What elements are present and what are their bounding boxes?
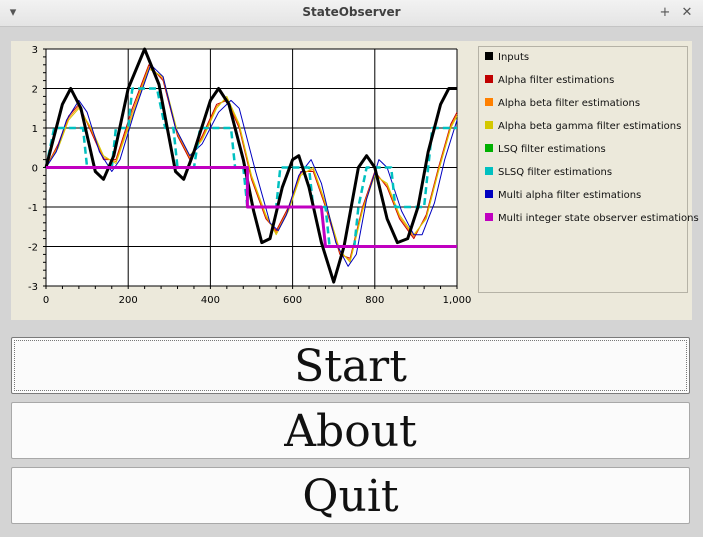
y-tick-label: 1 [32,124,38,135]
chart-legend: Inputs Alpha filter estimations Alpha beta… [478,46,699,293]
x-tick-label: 0 [43,295,49,306]
legend-item: LSQ filter estimations [485,144,606,158]
legend-swatch [485,75,493,83]
legend-label: Alpha beta filter estimations [498,98,641,109]
legend-item: Multi integer state observer estimations [485,213,699,227]
legend-swatch [485,52,493,60]
x-tick-label: 400 [201,295,220,306]
x-tick-label: 1,000 [443,295,472,306]
legend-swatch [485,144,493,152]
about-button[interactable]: About [11,402,690,459]
legend-swatch [485,213,493,221]
state-observer-chart: 0 200 400 600 800 1,000 3 2 1 0 -1 -2 -3 [28,45,472,306]
x-tick-label: 800 [365,295,384,306]
legend-label: Alpha beta gamma filter estimations [498,121,682,132]
quit-button[interactable]: Quit [11,467,690,524]
x-tick-label: 600 [283,295,302,306]
y-tick-label: -1 [28,203,38,214]
legend-item: SLSQ filter estimations [485,167,612,181]
legend-swatch [485,167,493,175]
app-window: ▾ StateObserver + ✕ 0 200 400 600 800 1,000 3 2… [0,0,703,537]
y-tick-label: -2 [28,243,38,254]
close-icon[interactable]: ✕ [678,4,696,22]
legend-item: Multi alpha filter estimations [485,190,641,204]
legend-label: Alpha filter estimations [498,75,615,86]
legend-item: Inputs [485,52,529,66]
plus-icon[interactable]: + [656,4,674,22]
legend-swatch [485,98,493,106]
plot-panel: 0 200 400 600 800 1,000 3 2 1 0 -1 -2 -3 Inputs Alpha… [11,41,699,320]
x-tick-label: 200 [119,295,138,306]
legend-item: Alpha filter estimations [485,75,614,89]
window-title: StateObserver [302,5,401,19]
legend-label: Multi integer state observer estimations [498,213,699,224]
title-bar: ▾ StateObserver + ✕ [0,0,703,27]
legend-swatch [485,121,493,129]
y-tick-label: 0 [32,164,38,175]
legend-label: Multi alpha filter estimations [498,190,642,201]
y-tick-label: -3 [28,282,38,293]
legend-label: Inputs [498,52,530,63]
legend-label: SLSQ filter estimations [498,167,613,178]
legend-label: LSQ filter estimations [498,144,606,155]
start-button[interactable]: Start [11,337,690,394]
legend-item: Alpha beta filter estimations [485,98,640,112]
legend-item: Alpha beta gamma filter estimations [485,121,681,135]
y-tick-label: 2 [32,85,38,96]
y-tick-label: 3 [32,45,38,56]
legend-swatch [485,190,493,198]
